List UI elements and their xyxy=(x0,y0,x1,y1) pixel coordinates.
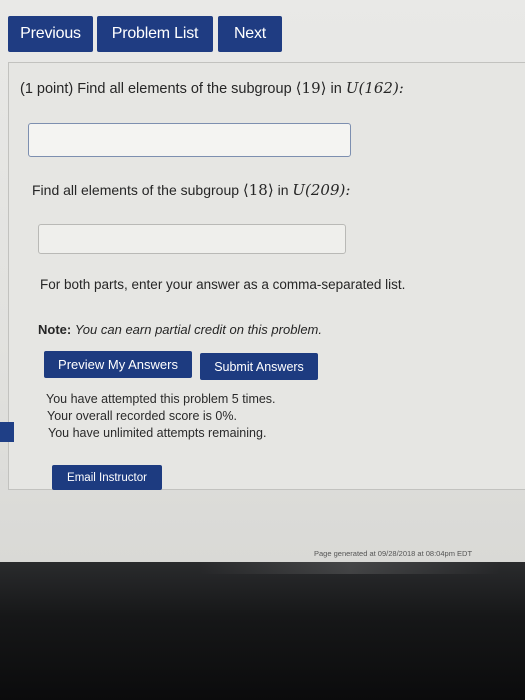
attempts-remaining: You have unlimited attempts remaining. xyxy=(48,426,267,440)
previous-button[interactable]: Previous xyxy=(8,16,93,52)
question-part-1-prefix: (1 point) Find all elements of the subgr… xyxy=(20,81,292,97)
answer-input-part-1[interactable] xyxy=(28,123,351,157)
subgroup-generator-1: ⟨19⟩ xyxy=(295,79,327,97)
question-part-1-connector: in xyxy=(330,81,342,97)
answer-input-part-2[interactable] xyxy=(38,224,346,254)
question-part-2: Find all elements of the subgroup ⟨18⟩ i… xyxy=(32,181,350,199)
webwork-screen: Previous Problem List Next (1 point) Fin… xyxy=(0,0,525,562)
next-button[interactable]: Next xyxy=(218,16,282,52)
subgroup-generator-2: ⟨18⟩ xyxy=(242,181,274,199)
group-2: U(209): xyxy=(292,181,351,199)
partial-credit-note: Note: You can earn partial credit on thi… xyxy=(38,322,322,337)
email-instructor-button[interactable]: Email Instructor xyxy=(52,465,162,490)
preview-answers-button[interactable]: Preview My Answers xyxy=(44,351,192,378)
question-part-1: (1 point) Find all elements of the subgr… xyxy=(20,79,404,97)
group-1: U(162): xyxy=(345,79,404,97)
note-text: You can earn partial credit on this prob… xyxy=(74,322,322,337)
question-part-2-prefix: Find all elements of the subgroup xyxy=(32,182,240,198)
bezel-glare xyxy=(200,562,500,574)
page-generated-footer: Page generated at 09/28/2018 at 08:04pm … xyxy=(314,549,473,558)
answer-instructions: For both parts, enter your answer as a c… xyxy=(40,277,406,292)
side-tab-marker xyxy=(0,422,14,442)
attempts-count: You have attempted this problem 5 times. xyxy=(46,392,276,406)
problem-list-button[interactable]: Problem List xyxy=(97,16,213,52)
laptop-bezel xyxy=(0,562,525,700)
recorded-score: Your overall recorded score is 0%. xyxy=(47,409,237,423)
note-label: Note: xyxy=(38,322,72,337)
submit-answers-button[interactable]: Submit Answers xyxy=(200,353,318,380)
question-part-2-connector: in xyxy=(277,182,289,198)
